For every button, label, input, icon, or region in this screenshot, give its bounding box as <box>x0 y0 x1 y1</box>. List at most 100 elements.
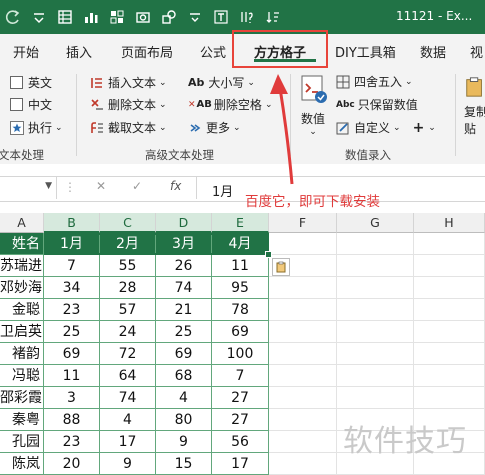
value-cell[interactable]: 78 <box>212 299 269 321</box>
grid-icon[interactable] <box>108 8 126 26</box>
paste-options-icon[interactable] <box>272 258 290 276</box>
enter-icon[interactable]: ✓ <box>132 179 142 193</box>
checkbox-box[interactable] <box>10 98 23 111</box>
value-cell[interactable]: 69 <box>212 321 269 343</box>
column-header-c[interactable]: C <box>100 213 156 233</box>
header-cell[interactable]: 2月 <box>100 233 156 255</box>
value-cell[interactable]: 23 <box>44 431 100 453</box>
formula-input[interactable]: 1月 <box>212 181 233 200</box>
english-checkbox[interactable]: 英文 <box>10 74 52 91</box>
value-cell[interactable]: 4 <box>100 409 156 431</box>
empty-cell[interactable] <box>414 277 485 299</box>
empty-cell[interactable] <box>337 343 414 365</box>
empty-cell[interactable] <box>337 365 414 387</box>
name-cell[interactable]: 邓妙海 <box>0 277 44 299</box>
empty-cell[interactable] <box>269 343 337 365</box>
insert-function-icon[interactable]: fx <box>170 179 181 193</box>
value-cell[interactable]: 25 <box>156 321 212 343</box>
execute-button[interactable]: 执行 ⌄ <box>10 119 63 136</box>
empty-cell[interactable] <box>269 409 337 431</box>
column-header-e[interactable]: E <box>212 213 269 233</box>
column-header-a[interactable]: A <box>0 213 44 233</box>
round-button[interactable]: 四舍五入 ⌄ <box>336 73 413 90</box>
value-cell[interactable]: 9 <box>156 431 212 453</box>
name-cell[interactable]: 孔园 <box>0 431 44 453</box>
empty-cell[interactable] <box>414 387 485 409</box>
empty-cell[interactable] <box>414 233 485 255</box>
select-icon[interactable] <box>186 8 204 26</box>
more-button[interactable]: 更多 ⌄ <box>188 119 241 136</box>
value-cell[interactable]: 4 <box>156 387 212 409</box>
empty-cell[interactable] <box>337 387 414 409</box>
name-cell[interactable]: 褚韵 <box>0 343 44 365</box>
empty-cell[interactable] <box>269 233 337 255</box>
value-cell[interactable]: 7 <box>212 365 269 387</box>
delete-spaces-button[interactable]: ✕ AB 删除空格 ⌄ <box>188 96 272 113</box>
chart-icon[interactable] <box>82 8 100 26</box>
empty-cell[interactable] <box>414 255 485 277</box>
empty-cell[interactable] <box>414 365 485 387</box>
keep-value-button[interactable]: Abc 只保留数值 <box>336 96 418 113</box>
value-cell[interactable]: 27 <box>212 409 269 431</box>
value-cell[interactable]: 28 <box>100 277 156 299</box>
shapes-icon[interactable] <box>160 8 178 26</box>
tab-view[interactable]: 视 <box>470 42 483 61</box>
insert-text-button[interactable]: 插入文本 ⌄ <box>90 74 167 91</box>
extract-text-button[interactable]: 截取文本 ⌄ <box>90 119 167 136</box>
tab-diy-toolbox[interactable]: DIY工具箱 <box>335 42 396 61</box>
value-cell[interactable]: 25 <box>44 321 100 343</box>
empty-cell[interactable] <box>269 277 337 299</box>
tab-insert[interactable]: 插入 <box>66 42 92 61</box>
text-box-icon[interactable] <box>212 8 230 26</box>
value-cell[interactable]: 57 <box>100 299 156 321</box>
header-cell[interactable]: 3月 <box>156 233 212 255</box>
chinese-checkbox[interactable]: 中文 <box>10 96 52 113</box>
header-cell[interactable]: 姓名 <box>0 233 44 255</box>
name-cell[interactable]: 秦粤 <box>0 409 44 431</box>
value-cell[interactable]: 88 <box>44 409 100 431</box>
header-cell[interactable]: 4月 <box>212 233 269 255</box>
empty-cell[interactable] <box>337 321 414 343</box>
custom-button[interactable]: 自定义 ⌄ + ⌄ <box>336 119 436 136</box>
empty-cell[interactable] <box>337 255 414 277</box>
tab-home[interactable]: 开始 <box>13 42 39 61</box>
chevron-down-icon[interactable]: ▼ <box>45 181 52 191</box>
value-cell[interactable]: 21 <box>156 299 212 321</box>
empty-cell[interactable] <box>269 321 337 343</box>
tab-page-layout[interactable]: 页面布局 <box>121 42 173 61</box>
value-cell[interactable]: 69 <box>44 343 100 365</box>
value-cell[interactable]: 17 <box>100 431 156 453</box>
checkbox-box[interactable] <box>10 76 23 89</box>
delete-text-button[interactable]: 删除文本 ⌄ <box>90 96 167 113</box>
name-cell[interactable]: 冯聪 <box>0 365 44 387</box>
name-box[interactable]: ▼ <box>0 177 57 199</box>
case-button[interactable]: Ab 大小写 ⌄ <box>188 74 255 91</box>
column-header-h[interactable]: H <box>414 213 485 233</box>
plus-button[interactable]: + <box>413 120 425 136</box>
column-header-d[interactable]: D <box>156 213 212 233</box>
empty-cell[interactable] <box>269 387 337 409</box>
value-cell[interactable]: 24 <box>100 321 156 343</box>
value-cell[interactable]: 74 <box>156 277 212 299</box>
column-header-g[interactable]: G <box>337 213 414 233</box>
tab-data[interactable]: 数据 <box>420 42 446 61</box>
empty-cell[interactable] <box>269 431 337 453</box>
header-cell[interactable]: 1月 <box>44 233 100 255</box>
empty-cell[interactable] <box>414 321 485 343</box>
camera-icon[interactable] <box>134 8 152 26</box>
value-cell[interactable]: 55 <box>100 255 156 277</box>
customize-qat-icon[interactable] <box>30 8 48 26</box>
empty-cell[interactable] <box>337 299 414 321</box>
value-cell[interactable]: 26 <box>156 255 212 277</box>
more-options-icon[interactable]: ⋮ <box>64 180 76 194</box>
value-cell[interactable]: 56 <box>212 431 269 453</box>
tab-formulas[interactable]: 公式 <box>200 42 226 61</box>
sort-icon[interactable] <box>264 8 282 26</box>
empty-cell[interactable] <box>269 299 337 321</box>
empty-cell[interactable] <box>414 299 485 321</box>
empty-cell[interactable] <box>337 277 414 299</box>
value-cell[interactable]: 11 <box>212 255 269 277</box>
value-cell[interactable]: 7 <box>44 255 100 277</box>
value-cell[interactable]: 64 <box>100 365 156 387</box>
name-cell[interactable]: 金聪 <box>0 299 44 321</box>
